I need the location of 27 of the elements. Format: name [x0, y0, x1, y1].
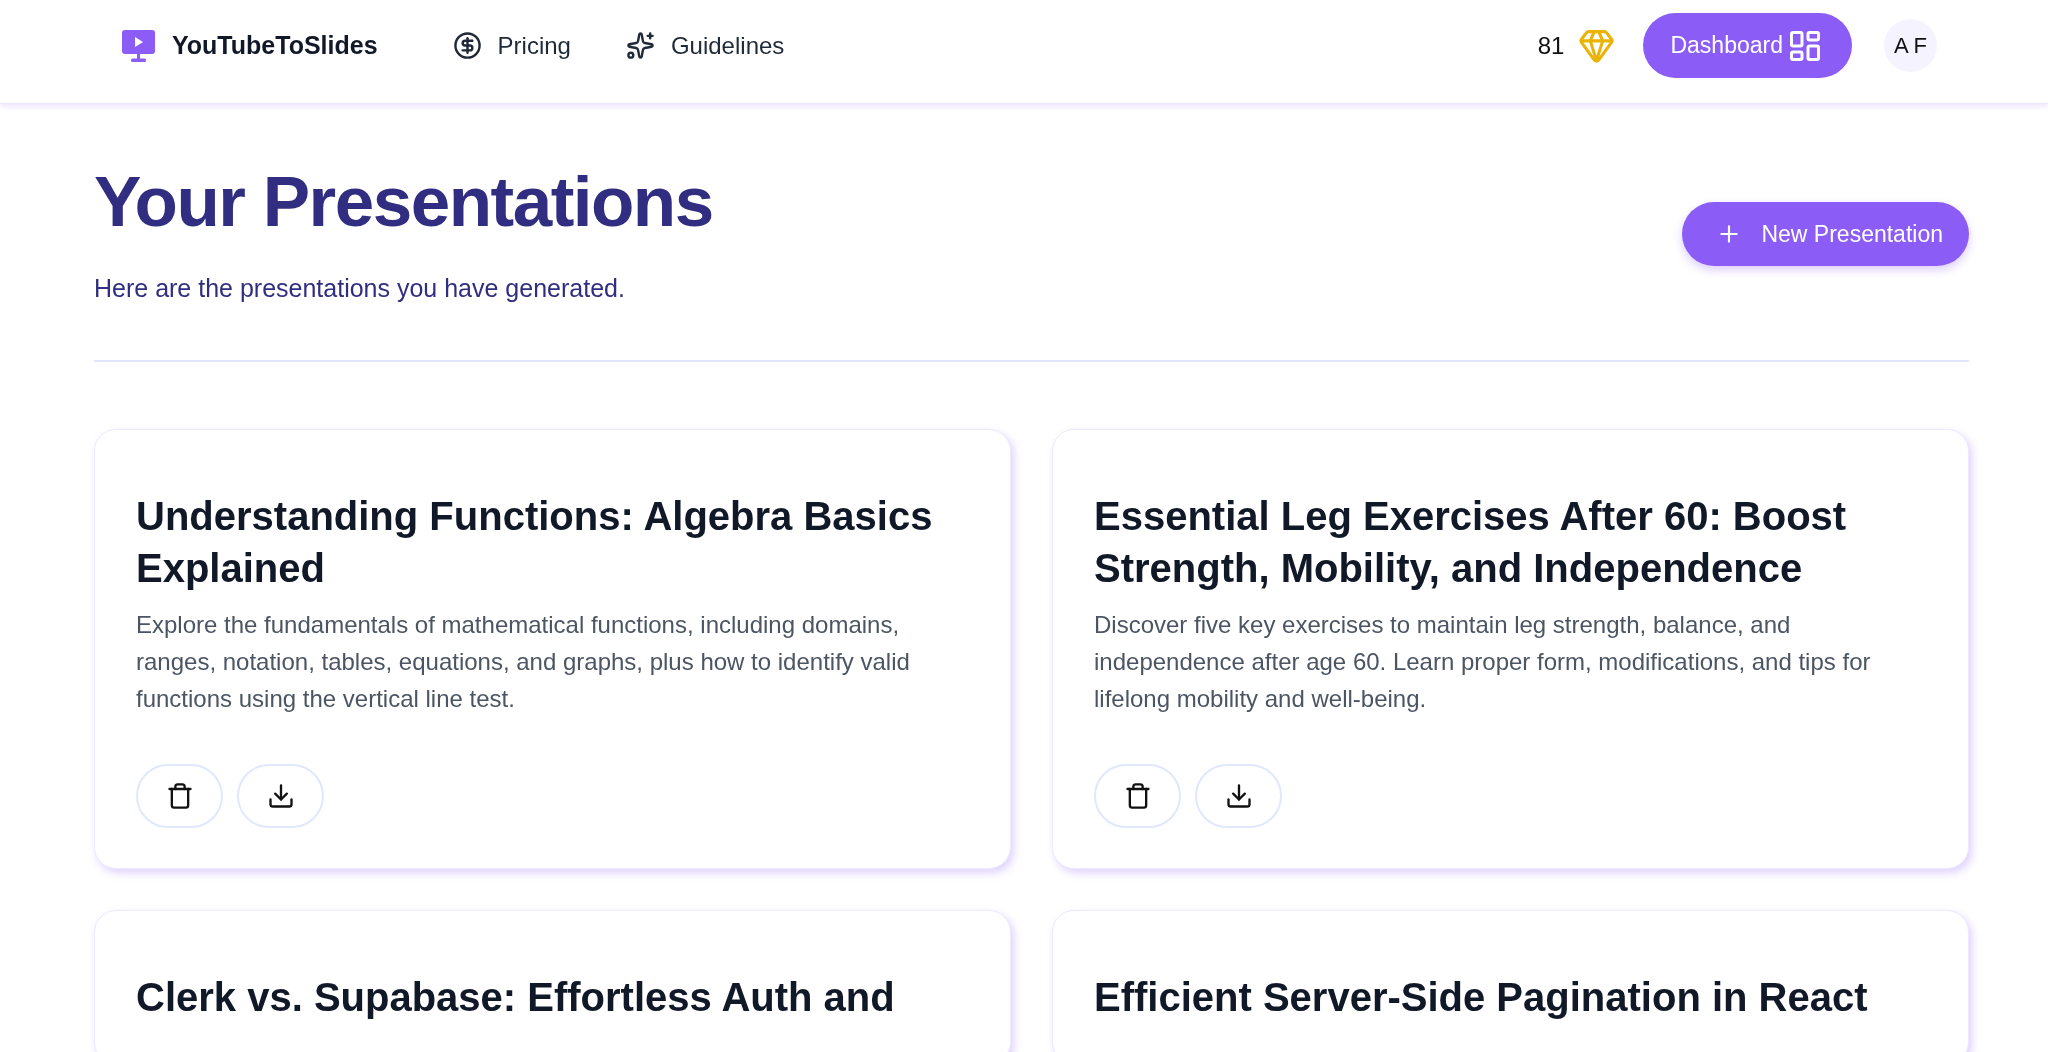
user-avatar[interactable]: A F [1884, 19, 1937, 72]
nav-link[interactable]: Pricing [452, 31, 571, 60]
presentation-card[interactable]: Efficient Server-Side Pagination in React [1052, 910, 1969, 1052]
monitor-play-icon [122, 29, 155, 62]
sparkles-icon [625, 31, 655, 60]
presentation-card[interactable] [1052, 429, 1969, 869]
download-icon [1224, 782, 1253, 810]
card-description: Discover five key exercises to maintain leg strength, balance, and independence after age 60. Learn proper form, modifications, and tips for lifelong mobility and well-being. [1094, 610, 1872, 714]
download-icon [266, 782, 295, 810]
card-title: Understanding Functions: Algebra Basics Explained [136, 493, 934, 592]
card-title: Essential Leg Exercises After 60: Boost Strength, Mobility, and Independence [1094, 493, 1848, 592]
card-description: Explore the fundamentals of mathematical functions, including domains, ranges, notation, tables, equations, and graphs, plus how to identify valid functions using the vertical line test. [136, 610, 911, 714]
card-title: Efficient Server-Side Pagination in React [1094, 974, 1869, 1021]
credit-count: 81 [1537, 31, 1565, 60]
dollar-circle-icon [452, 31, 482, 60]
page-subtitle: Here are the presentations you have generated. [94, 273, 626, 304]
new-presentation-button[interactable]: New Presentation [1682, 202, 1969, 266]
trash-icon [1123, 782, 1152, 810]
logo-link[interactable]: YouTubeToSlides [122, 29, 378, 62]
card-title: Clerk vs. Supabase: Effortless Auth and [136, 974, 896, 1021]
nav-link[interactable]: Guidelines [625, 31, 785, 60]
gem-icon [1578, 27, 1616, 64]
trash-icon [165, 782, 194, 810]
presentation-card[interactable]: Clerk vs. Supabase: Effortless Auth and [94, 910, 1011, 1052]
dashboard-button[interactable]: Dashboard [1643, 13, 1852, 78]
presentation-card[interactable] [94, 429, 1011, 869]
page-title: Your Presentations [94, 162, 713, 242]
